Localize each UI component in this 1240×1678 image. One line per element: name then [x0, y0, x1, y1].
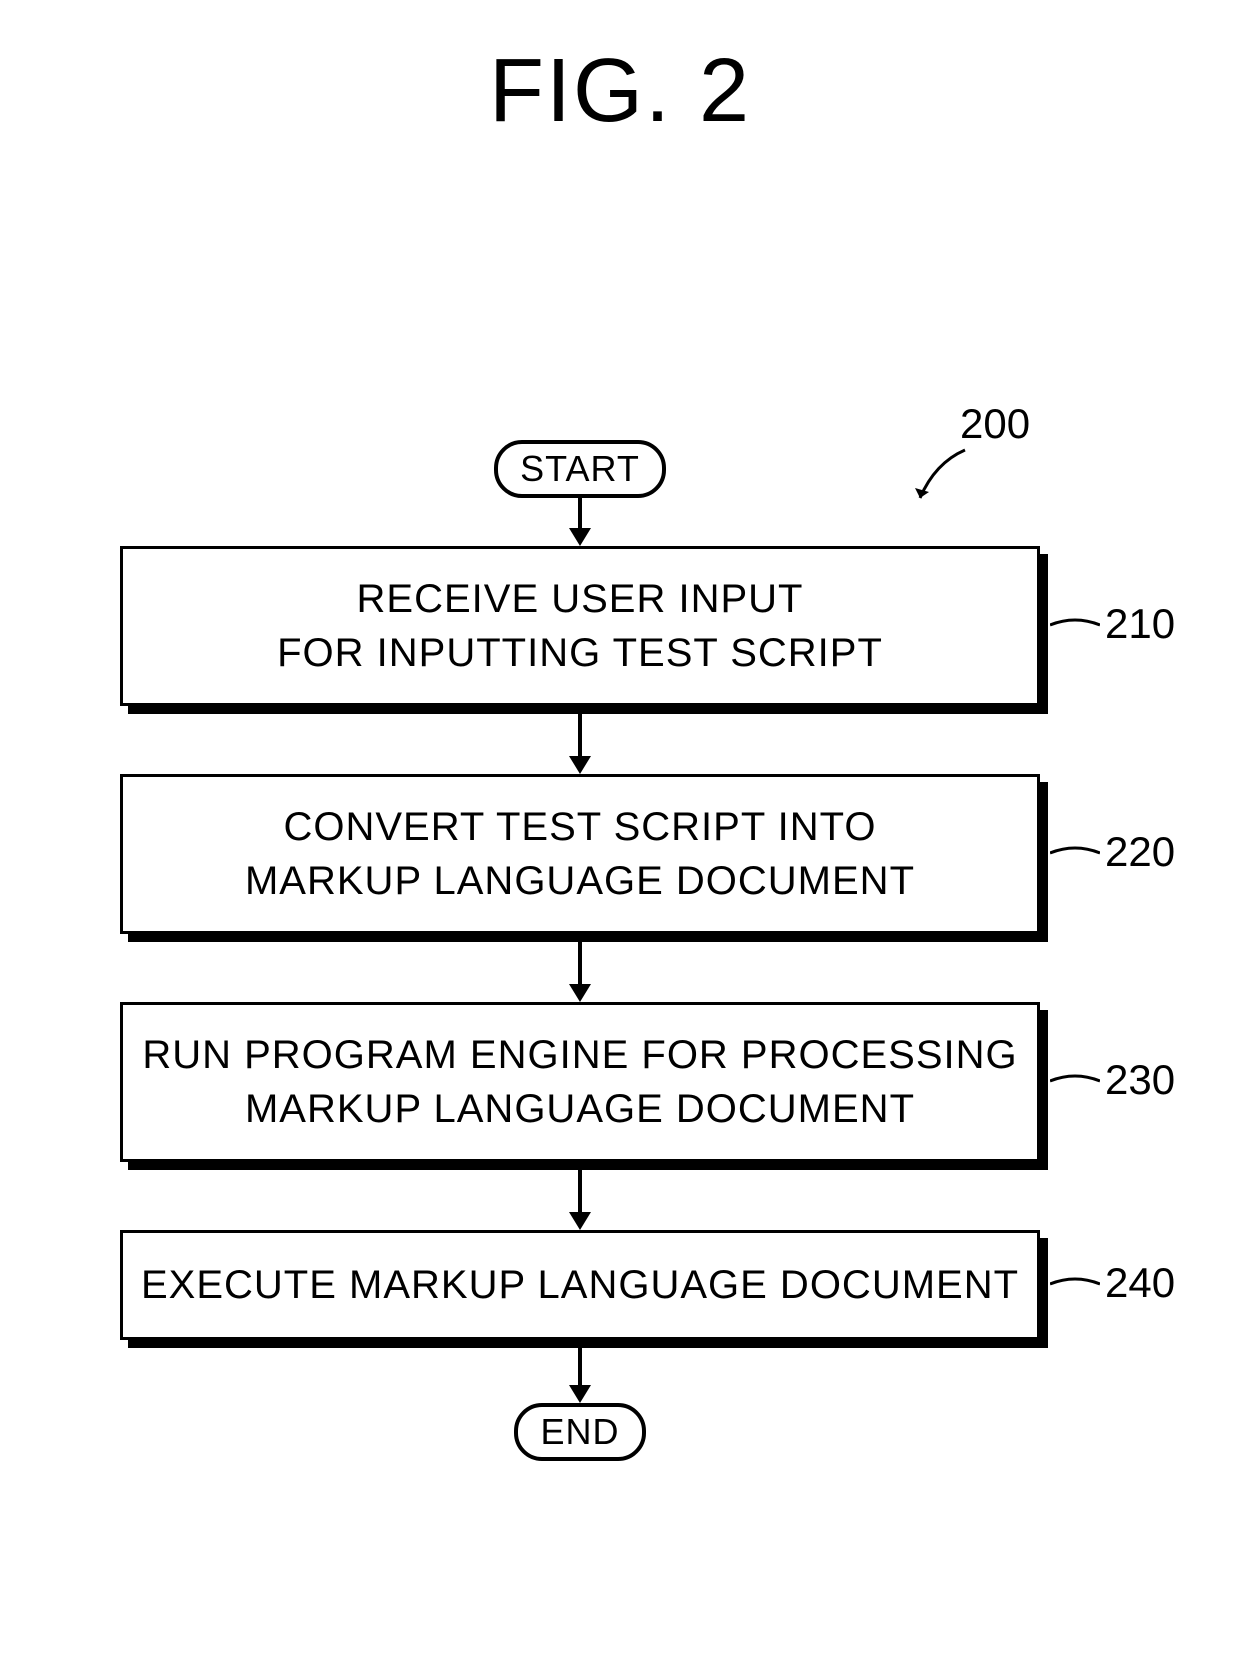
process-step: RUN PROGRAM ENGINE FOR PROCESSINGMARKUP …: [120, 1002, 1040, 1162]
process-text: RECEIVE USER INPUTFOR INPUTTING TEST SCR…: [120, 546, 1040, 706]
figure-title: FIG. 2: [0, 40, 1240, 143]
reference-number: 240: [1105, 1259, 1175, 1307]
reference-number: 210: [1105, 600, 1175, 648]
reference-number: 220: [1105, 828, 1175, 876]
flowchart: START RECEIVE USER INPUTFOR INPUTTING TE…: [120, 440, 1040, 1461]
process-text: EXECUTE MARKUP LANGUAGE DOCUMENT: [120, 1230, 1040, 1340]
process-text: RUN PROGRAM ENGINE FOR PROCESSINGMARKUP …: [120, 1002, 1040, 1162]
arrow-down-icon: [120, 1348, 1040, 1403]
arrow-down-icon: [120, 714, 1040, 774]
arrow-down-icon: [120, 1170, 1040, 1230]
reference-leader: [1050, 1274, 1100, 1294]
reference-leader: [1050, 1071, 1100, 1091]
terminal-start: START: [494, 440, 666, 498]
reference-leader: [1050, 843, 1100, 863]
process-text: CONVERT TEST SCRIPT INTOMARKUP LANGUAGE …: [120, 774, 1040, 934]
process-step: EXECUTE MARKUP LANGUAGE DOCUMENT: [120, 1230, 1040, 1340]
terminal-end: END: [514, 1403, 645, 1461]
reference-number: 230: [1105, 1056, 1175, 1104]
reference-leader: [1050, 615, 1100, 635]
arrow-down-icon: [120, 498, 1040, 546]
arrow-down-icon: [120, 942, 1040, 1002]
process-step: CONVERT TEST SCRIPT INTOMARKUP LANGUAGE …: [120, 774, 1040, 934]
process-step: RECEIVE USER INPUTFOR INPUTTING TEST SCR…: [120, 546, 1040, 706]
